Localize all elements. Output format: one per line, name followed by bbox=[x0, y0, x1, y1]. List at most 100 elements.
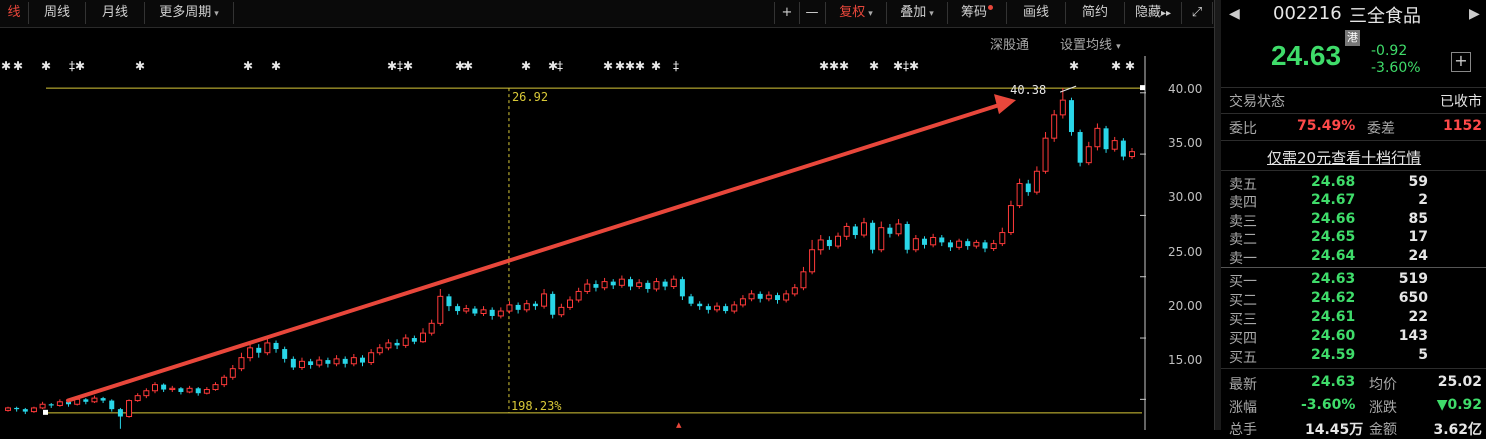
candle-body bbox=[83, 399, 89, 402]
candle-body bbox=[956, 240, 963, 248]
candle-body bbox=[91, 397, 98, 403]
ask-label: 卖一 bbox=[1229, 251, 1257, 267]
overlay-label: 叠加 bbox=[900, 5, 927, 20]
event-marker-icon: ✱ bbox=[463, 59, 473, 73]
candle-body bbox=[437, 295, 444, 324]
stock-header: ◀ 002216 三全食品 ▶ bbox=[1221, 0, 1486, 28]
candle-body bbox=[939, 237, 945, 243]
more-periods-dropdown[interactable]: 更多周期 bbox=[145, 2, 234, 24]
event-marker-icon: ✱ bbox=[271, 59, 281, 73]
candle-body bbox=[151, 384, 158, 392]
candle-body bbox=[567, 299, 573, 308]
candle-body bbox=[472, 308, 478, 314]
candle-body bbox=[56, 401, 63, 406]
alert-mark-icon: ▴ bbox=[676, 418, 682, 430]
y-tick-label: 15.00 bbox=[1168, 353, 1203, 367]
draw-line-button[interactable]: 画线 bbox=[1007, 2, 1066, 24]
expand-icon[interactable]: ⤢ bbox=[1182, 2, 1213, 24]
candle-body bbox=[739, 298, 746, 306]
ma-settings-dropdown[interactable]: 设置均线 ▾ bbox=[1060, 34, 1121, 53]
prev-stock-icon[interactable]: ◀ bbox=[1229, 6, 1240, 22]
chevron-down-icon: ▾ bbox=[1116, 42, 1121, 52]
event-marker-icon: ✱ bbox=[1, 59, 11, 73]
candle-body bbox=[870, 222, 876, 250]
ask-row: 卖五 24.68 59 bbox=[1221, 174, 1486, 194]
hide-label: 隐藏 bbox=[1134, 5, 1161, 20]
adjust-rights-dropdown[interactable]: 复权 bbox=[826, 2, 887, 24]
event-marker-icon: ✱ bbox=[1125, 59, 1135, 73]
candle-body bbox=[688, 296, 694, 304]
bid-label: 买一 bbox=[1229, 274, 1257, 290]
bid-volume: 143 bbox=[1398, 328, 1428, 344]
candle-body bbox=[748, 293, 755, 300]
range-handle bbox=[43, 409, 48, 415]
notification-dot bbox=[988, 5, 993, 10]
simple-mode-button[interactable]: 简约 bbox=[1066, 2, 1125, 24]
weibi-value: 75.49% bbox=[1297, 118, 1356, 134]
candle-body bbox=[809, 249, 816, 273]
candle-body bbox=[1111, 140, 1118, 150]
tab-monthly[interactable]: 月线 bbox=[86, 2, 145, 24]
candle-body bbox=[1085, 146, 1092, 164]
ask-row: 卖三 24.66 85 bbox=[1221, 211, 1486, 231]
latest-label: 最新 bbox=[1229, 377, 1257, 393]
bid-price: 24.60 bbox=[1311, 328, 1356, 344]
change-pct-value: -3.60% bbox=[1301, 397, 1356, 413]
hide-button[interactable]: 隐藏▸▸ bbox=[1125, 2, 1182, 24]
add-watchlist-button[interactable]: + bbox=[1451, 52, 1471, 72]
next-stock-icon[interactable]: ▶ bbox=[1469, 6, 1480, 22]
candle-body bbox=[169, 387, 176, 391]
candle-body bbox=[791, 287, 798, 295]
chips-button[interactable]: 筹码 bbox=[948, 2, 1007, 24]
candle-body bbox=[1068, 100, 1074, 133]
candle-body bbox=[1059, 99, 1066, 116]
zoom-out-button[interactable]: — bbox=[799, 2, 826, 24]
kline-chart[interactable]: 26.92198.23%✱ ✱ ✱ ‡ ✱ ✱ ✱ ✱ ✱ ‡ ✱ ✱✱ ✱ ✱‡ ✱ ✱ ✱ ✱ ✱ ‡ ✱ ✱ ✱ ✱ ✱ ‡… bbox=[0, 56, 1150, 430]
price-change: -0.92 bbox=[1371, 43, 1408, 59]
candle-body bbox=[921, 238, 927, 245]
event-marker-icon: ✱ bbox=[13, 59, 23, 73]
candle-body bbox=[14, 407, 20, 410]
candle-body bbox=[947, 242, 953, 248]
candle-body bbox=[376, 347, 383, 354]
latest-value: 24.63 bbox=[1311, 374, 1356, 390]
trend-arrow-line bbox=[66, 102, 1004, 403]
weibi-label: 委比 bbox=[1229, 121, 1257, 137]
sgt-link[interactable]: 深股通 bbox=[990, 34, 1029, 53]
candle-body bbox=[982, 242, 988, 249]
y-tick-label: 35.00 bbox=[1168, 136, 1203, 150]
tab-daily[interactable]: 线 bbox=[0, 2, 29, 24]
candle-body bbox=[515, 304, 521, 310]
change-row: 涨幅 -3.60% 涨跌 ▼0.92 bbox=[1221, 397, 1486, 417]
candle-body bbox=[628, 279, 634, 287]
candle-body bbox=[878, 227, 885, 251]
y-tick-label: 40.00 bbox=[1168, 82, 1203, 96]
candle-body bbox=[679, 279, 685, 297]
candle-body bbox=[775, 295, 781, 301]
candle-body bbox=[411, 338, 417, 342]
candle-body bbox=[446, 296, 452, 307]
more-periods-label: 更多周期 bbox=[159, 5, 212, 20]
candle-body bbox=[22, 409, 28, 412]
status-row: 交易状态 已收市 bbox=[1221, 91, 1486, 111]
divider bbox=[1221, 113, 1486, 114]
ask-row: 卖四 24.67 2 bbox=[1221, 192, 1486, 212]
candle-body bbox=[350, 357, 357, 365]
level2-promo-link[interactable]: 仅需20元查看十档行情 bbox=[1267, 147, 1421, 168]
candle-body bbox=[593, 284, 599, 288]
candle-body bbox=[212, 384, 219, 391]
candle-body bbox=[290, 358, 296, 368]
price-change-pct: -3.60% bbox=[1371, 60, 1421, 76]
candle-body bbox=[653, 281, 660, 290]
candle-body bbox=[765, 294, 772, 300]
candle-body bbox=[333, 358, 340, 365]
bid-label: 买四 bbox=[1229, 331, 1257, 347]
candle-body bbox=[1129, 151, 1135, 158]
overlay-dropdown[interactable]: 叠加 bbox=[887, 2, 948, 24]
tab-weekly[interactable]: 周线 bbox=[29, 2, 86, 24]
event-marker-icon: ✱ bbox=[625, 59, 635, 73]
candle-body bbox=[394, 342, 400, 346]
adjust-rights-label: 复权 bbox=[839, 5, 866, 20]
zoom-in-button[interactable]: + bbox=[774, 2, 800, 24]
ask-label: 卖四 bbox=[1229, 195, 1257, 211]
